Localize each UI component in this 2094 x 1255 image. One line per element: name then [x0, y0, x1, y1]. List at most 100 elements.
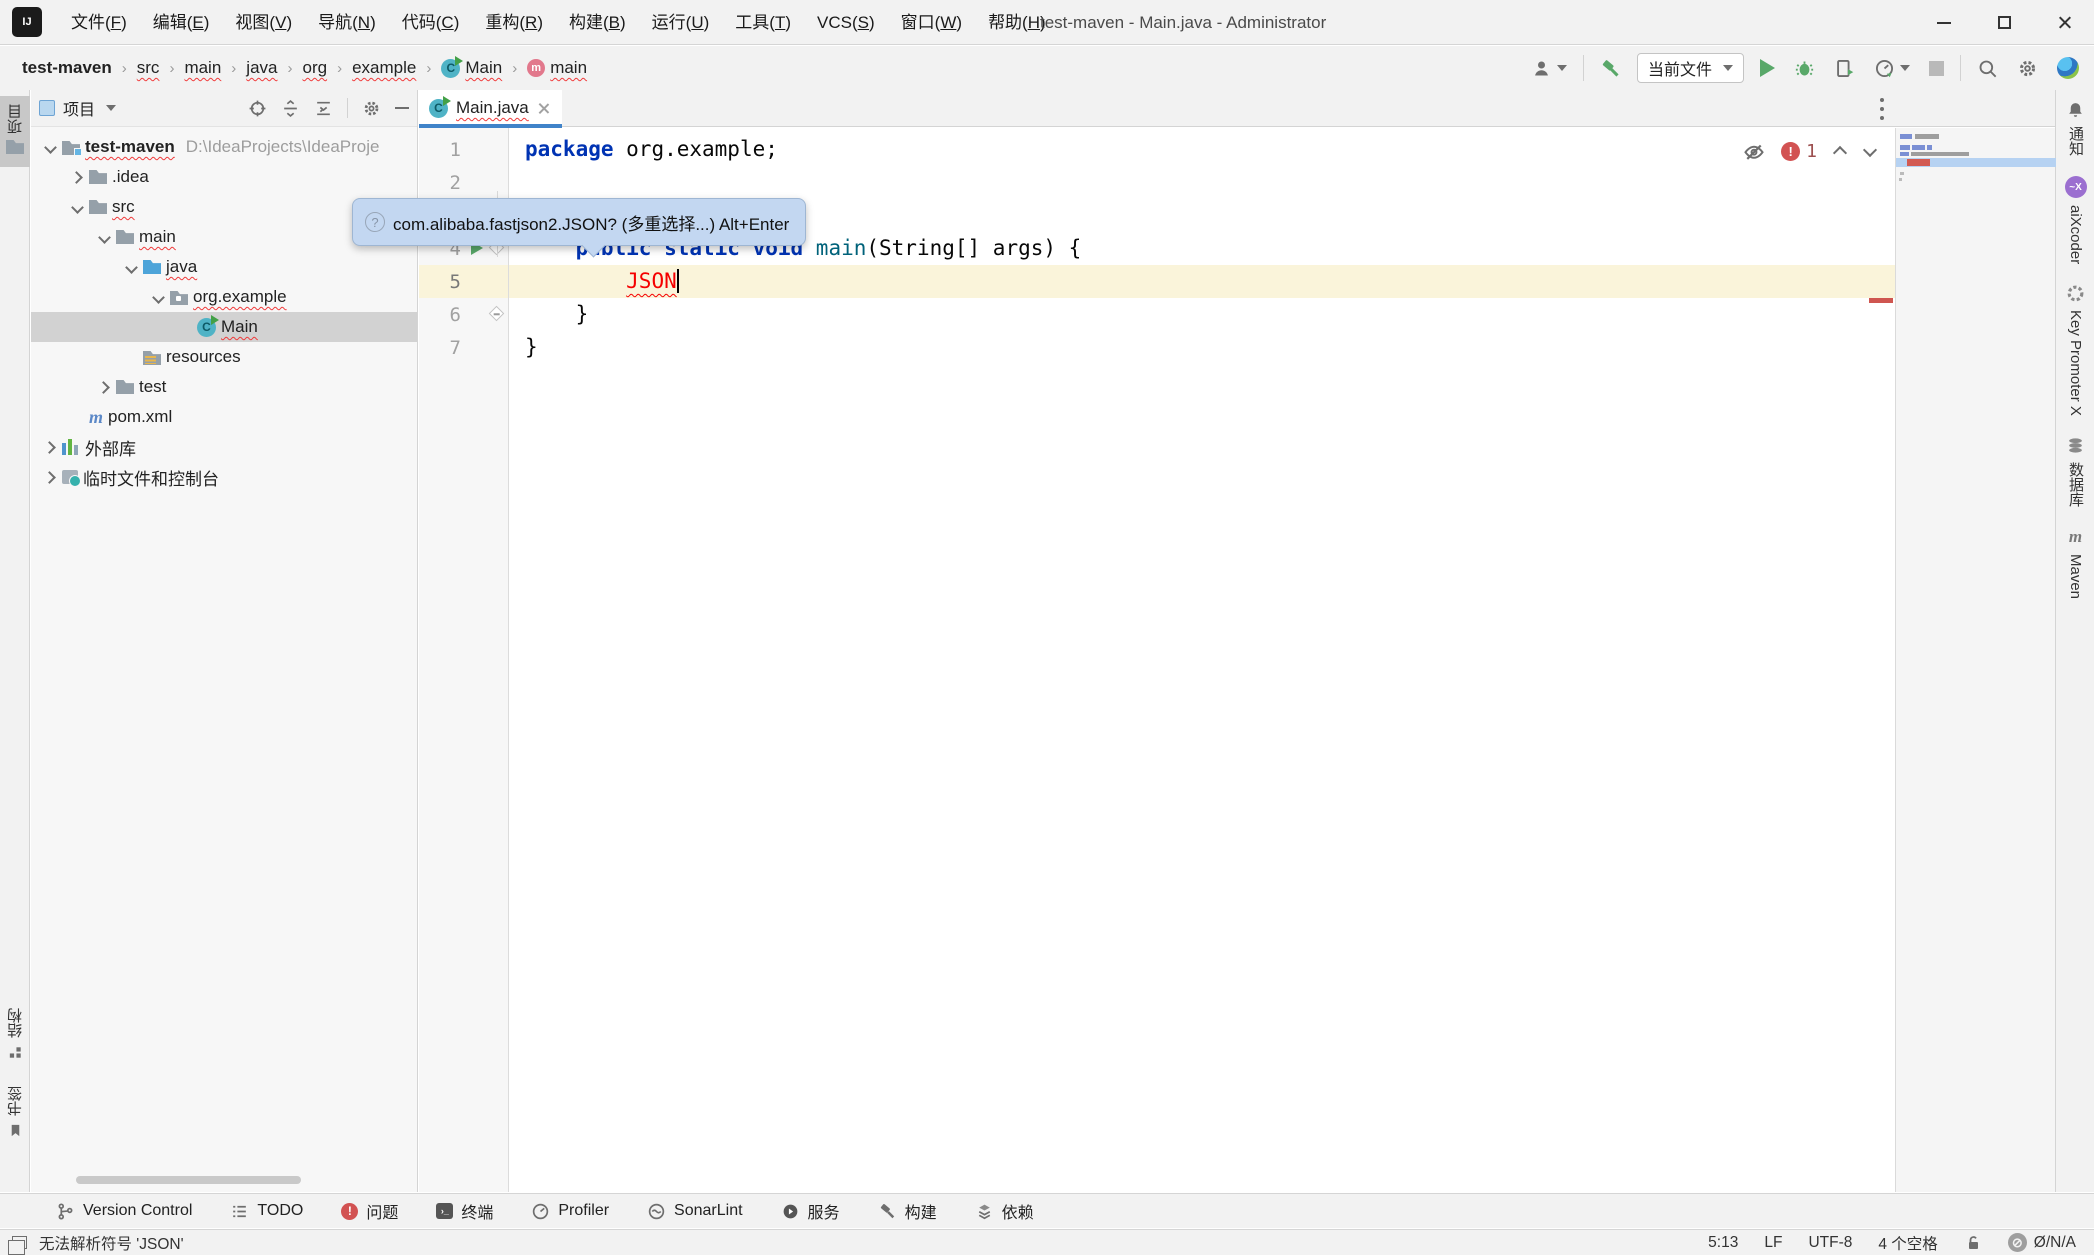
- menu-v[interactable]: 视图(V): [222, 0, 305, 45]
- gutter-line-7[interactable]: 7: [419, 331, 508, 364]
- run-configuration-select[interactable]: 当前文件: [1637, 53, 1744, 83]
- tree-item-Main[interactable]: CMain: [31, 312, 417, 342]
- debug-button[interactable]: [1791, 55, 1818, 82]
- stop-button[interactable]: [1926, 58, 1947, 79]
- run-coverage-button[interactable]: [1831, 55, 1858, 82]
- code-minimap[interactable]: [1895, 128, 2055, 1192]
- import-suggestion-tooltip[interactable]: ? com.alibaba.fastjson2.JSON? (多重选择...) …: [352, 198, 806, 246]
- error-count-badge[interactable]: ! 1: [1781, 141, 1817, 162]
- stripe-button-key-promoter-x[interactable]: Key Promoter X: [2056, 274, 2094, 426]
- code-text[interactable]: package org.example; public static void …: [509, 128, 1895, 1192]
- stripe-button-项目[interactable]: 项目: [0, 96, 30, 167]
- menu-e[interactable]: 编辑(E): [140, 0, 223, 45]
- chevron-right-icon[interactable]: [43, 440, 57, 454]
- menu-f[interactable]: 文件(F): [58, 0, 140, 45]
- next-error-icon[interactable]: [1863, 144, 1877, 158]
- code-line-7[interactable]: }: [509, 331, 1895, 364]
- toolwindow-button-终端[interactable]: ›_终端: [432, 1196, 497, 1226]
- tree-item--idea[interactable]: .idea: [31, 162, 417, 192]
- toolwindow-button-服务[interactable]: 服务: [777, 1196, 844, 1226]
- breadcrumb-item-main[interactable]: main: [180, 56, 225, 80]
- gutter-line-2[interactable]: 2: [419, 166, 508, 199]
- editor-gutter[interactable]: 1234567: [419, 128, 509, 1192]
- expand-all-button[interactable]: [281, 99, 300, 118]
- menu-r[interactable]: 重构(R): [472, 0, 556, 45]
- tree-item-resources[interactable]: resources: [31, 342, 417, 372]
- menu-w[interactable]: 窗口(W): [888, 0, 975, 45]
- settings-button[interactable]: [2014, 55, 2041, 82]
- toolwindow-button-sonarlint[interactable]: SonarLint: [643, 1199, 747, 1224]
- error-stripe-mark[interactable]: [1869, 298, 1893, 303]
- breadcrumb-item-test-maven[interactable]: test-maven: [18, 56, 116, 80]
- stripe-button-aixcoder[interactable]: ~XaiXcoder: [2056, 166, 2094, 274]
- stripe-button-结构[interactable]: 结构: [0, 1000, 30, 1069]
- chevron-right-icon[interactable]: [43, 470, 57, 484]
- tab-main-java[interactable]: C Main.java: [419, 90, 562, 127]
- menu-t[interactable]: 工具(T): [722, 0, 804, 45]
- menu-b[interactable]: 构建(B): [556, 0, 639, 45]
- tree-item-test[interactable]: test: [31, 372, 417, 402]
- tree-item-外部库[interactable]: 外部库: [31, 432, 417, 462]
- readonly-lock-icon[interactable]: [1964, 1234, 1982, 1252]
- breadcrumb-item-java[interactable]: java: [242, 56, 281, 80]
- toolwindow-button-依赖[interactable]: 依赖: [971, 1196, 1038, 1226]
- minimize-button[interactable]: [1914, 0, 1974, 45]
- breadcrumb-item-org[interactable]: org: [298, 56, 331, 80]
- line-separator[interactable]: LF: [1764, 1234, 1782, 1252]
- memory-indicator[interactable]: ⊘ Ø/N/A: [2008, 1233, 2076, 1252]
- breadcrumb-item-main[interactable]: CMain: [437, 56, 506, 80]
- stripe-button-数据库[interactable]: 数据库: [2056, 426, 2094, 517]
- stripe-button-书签[interactable]: 书签: [0, 1078, 30, 1147]
- tree-item-临时文件和控制台[interactable]: 临时文件和控制台: [31, 462, 417, 492]
- hide-panel-button[interactable]: [395, 107, 409, 109]
- panel-settings-button[interactable]: [362, 99, 381, 118]
- tab-options-icon[interactable]: [1879, 98, 1885, 120]
- tree-item-pom-xml[interactable]: mpom.xml: [31, 402, 417, 432]
- gutter-line-1[interactable]: 1: [419, 133, 508, 166]
- tab-close-icon[interactable]: [537, 102, 550, 115]
- breadcrumb-item-example[interactable]: example: [348, 56, 420, 80]
- code-line-6[interactable]: }: [509, 298, 1895, 331]
- run-button[interactable]: [1757, 56, 1778, 80]
- code-line-2[interactable]: [509, 166, 1895, 199]
- indent-setting[interactable]: 4 个空格: [1878, 1232, 1937, 1254]
- chevron-down-icon[interactable]: [124, 260, 138, 274]
- toolwindow-toggle-icon[interactable]: [12, 1236, 27, 1249]
- search-everywhere-button[interactable]: [1974, 55, 2001, 82]
- menu-n[interactable]: 导航(N): [305, 0, 389, 45]
- breadcrumb-item-src[interactable]: src: [133, 56, 164, 80]
- toolwindow-button-todo[interactable]: TODO: [226, 1199, 307, 1224]
- collapse-all-button[interactable]: [314, 99, 333, 118]
- fold-end-icon[interactable]: [489, 306, 505, 322]
- file-encoding[interactable]: UTF-8: [1808, 1234, 1852, 1252]
- stripe-button-通知[interactable]: 通知: [2056, 90, 2094, 166]
- gutter-line-5[interactable]: 5: [419, 265, 508, 298]
- toolwindow-button-问题[interactable]: !问题: [337, 1196, 402, 1226]
- project-panel-title[interactable]: 项目: [39, 96, 116, 120]
- close-button[interactable]: [2034, 0, 2094, 45]
- gutter-line-6[interactable]: 6: [419, 298, 508, 331]
- previous-error-icon[interactable]: [1833, 144, 1847, 158]
- toolwindow-button-profiler[interactable]: Profiler: [527, 1199, 613, 1224]
- tree-item-test-maven[interactable]: test-maven D:\IdeaProjects\IdeaProje: [31, 132, 417, 162]
- profiler-button[interactable]: [1871, 55, 1913, 82]
- stripe-button-maven[interactable]: mMaven: [2056, 517, 2094, 609]
- code-editor[interactable]: 1234567 package org.example; public stat…: [419, 128, 1895, 1192]
- chevron-down-icon[interactable]: [151, 290, 165, 304]
- tree-item-java[interactable]: java: [31, 252, 417, 282]
- chevron-right-icon[interactable]: [70, 170, 84, 184]
- build-project-button[interactable]: [1597, 55, 1624, 82]
- highlight-level-icon[interactable]: [1743, 140, 1765, 162]
- chevron-right-icon[interactable]: [97, 380, 111, 394]
- menu-s[interactable]: VCS(S): [804, 0, 888, 45]
- locate-file-button[interactable]: [248, 99, 267, 118]
- menu-u[interactable]: 运行(U): [639, 0, 723, 45]
- caret-position[interactable]: 5:13: [1708, 1234, 1738, 1252]
- maximize-button[interactable]: [1974, 0, 2034, 45]
- toolwindow-button-构建[interactable]: 构建: [874, 1196, 941, 1226]
- code-line-1[interactable]: package org.example;: [509, 133, 1895, 166]
- menu-c[interactable]: 代码(C): [389, 0, 473, 45]
- chevron-down-icon[interactable]: [43, 140, 57, 154]
- horizontal-scrollbar[interactable]: [76, 1176, 301, 1184]
- toolwindow-button-version-control[interactable]: Version Control: [52, 1199, 196, 1224]
